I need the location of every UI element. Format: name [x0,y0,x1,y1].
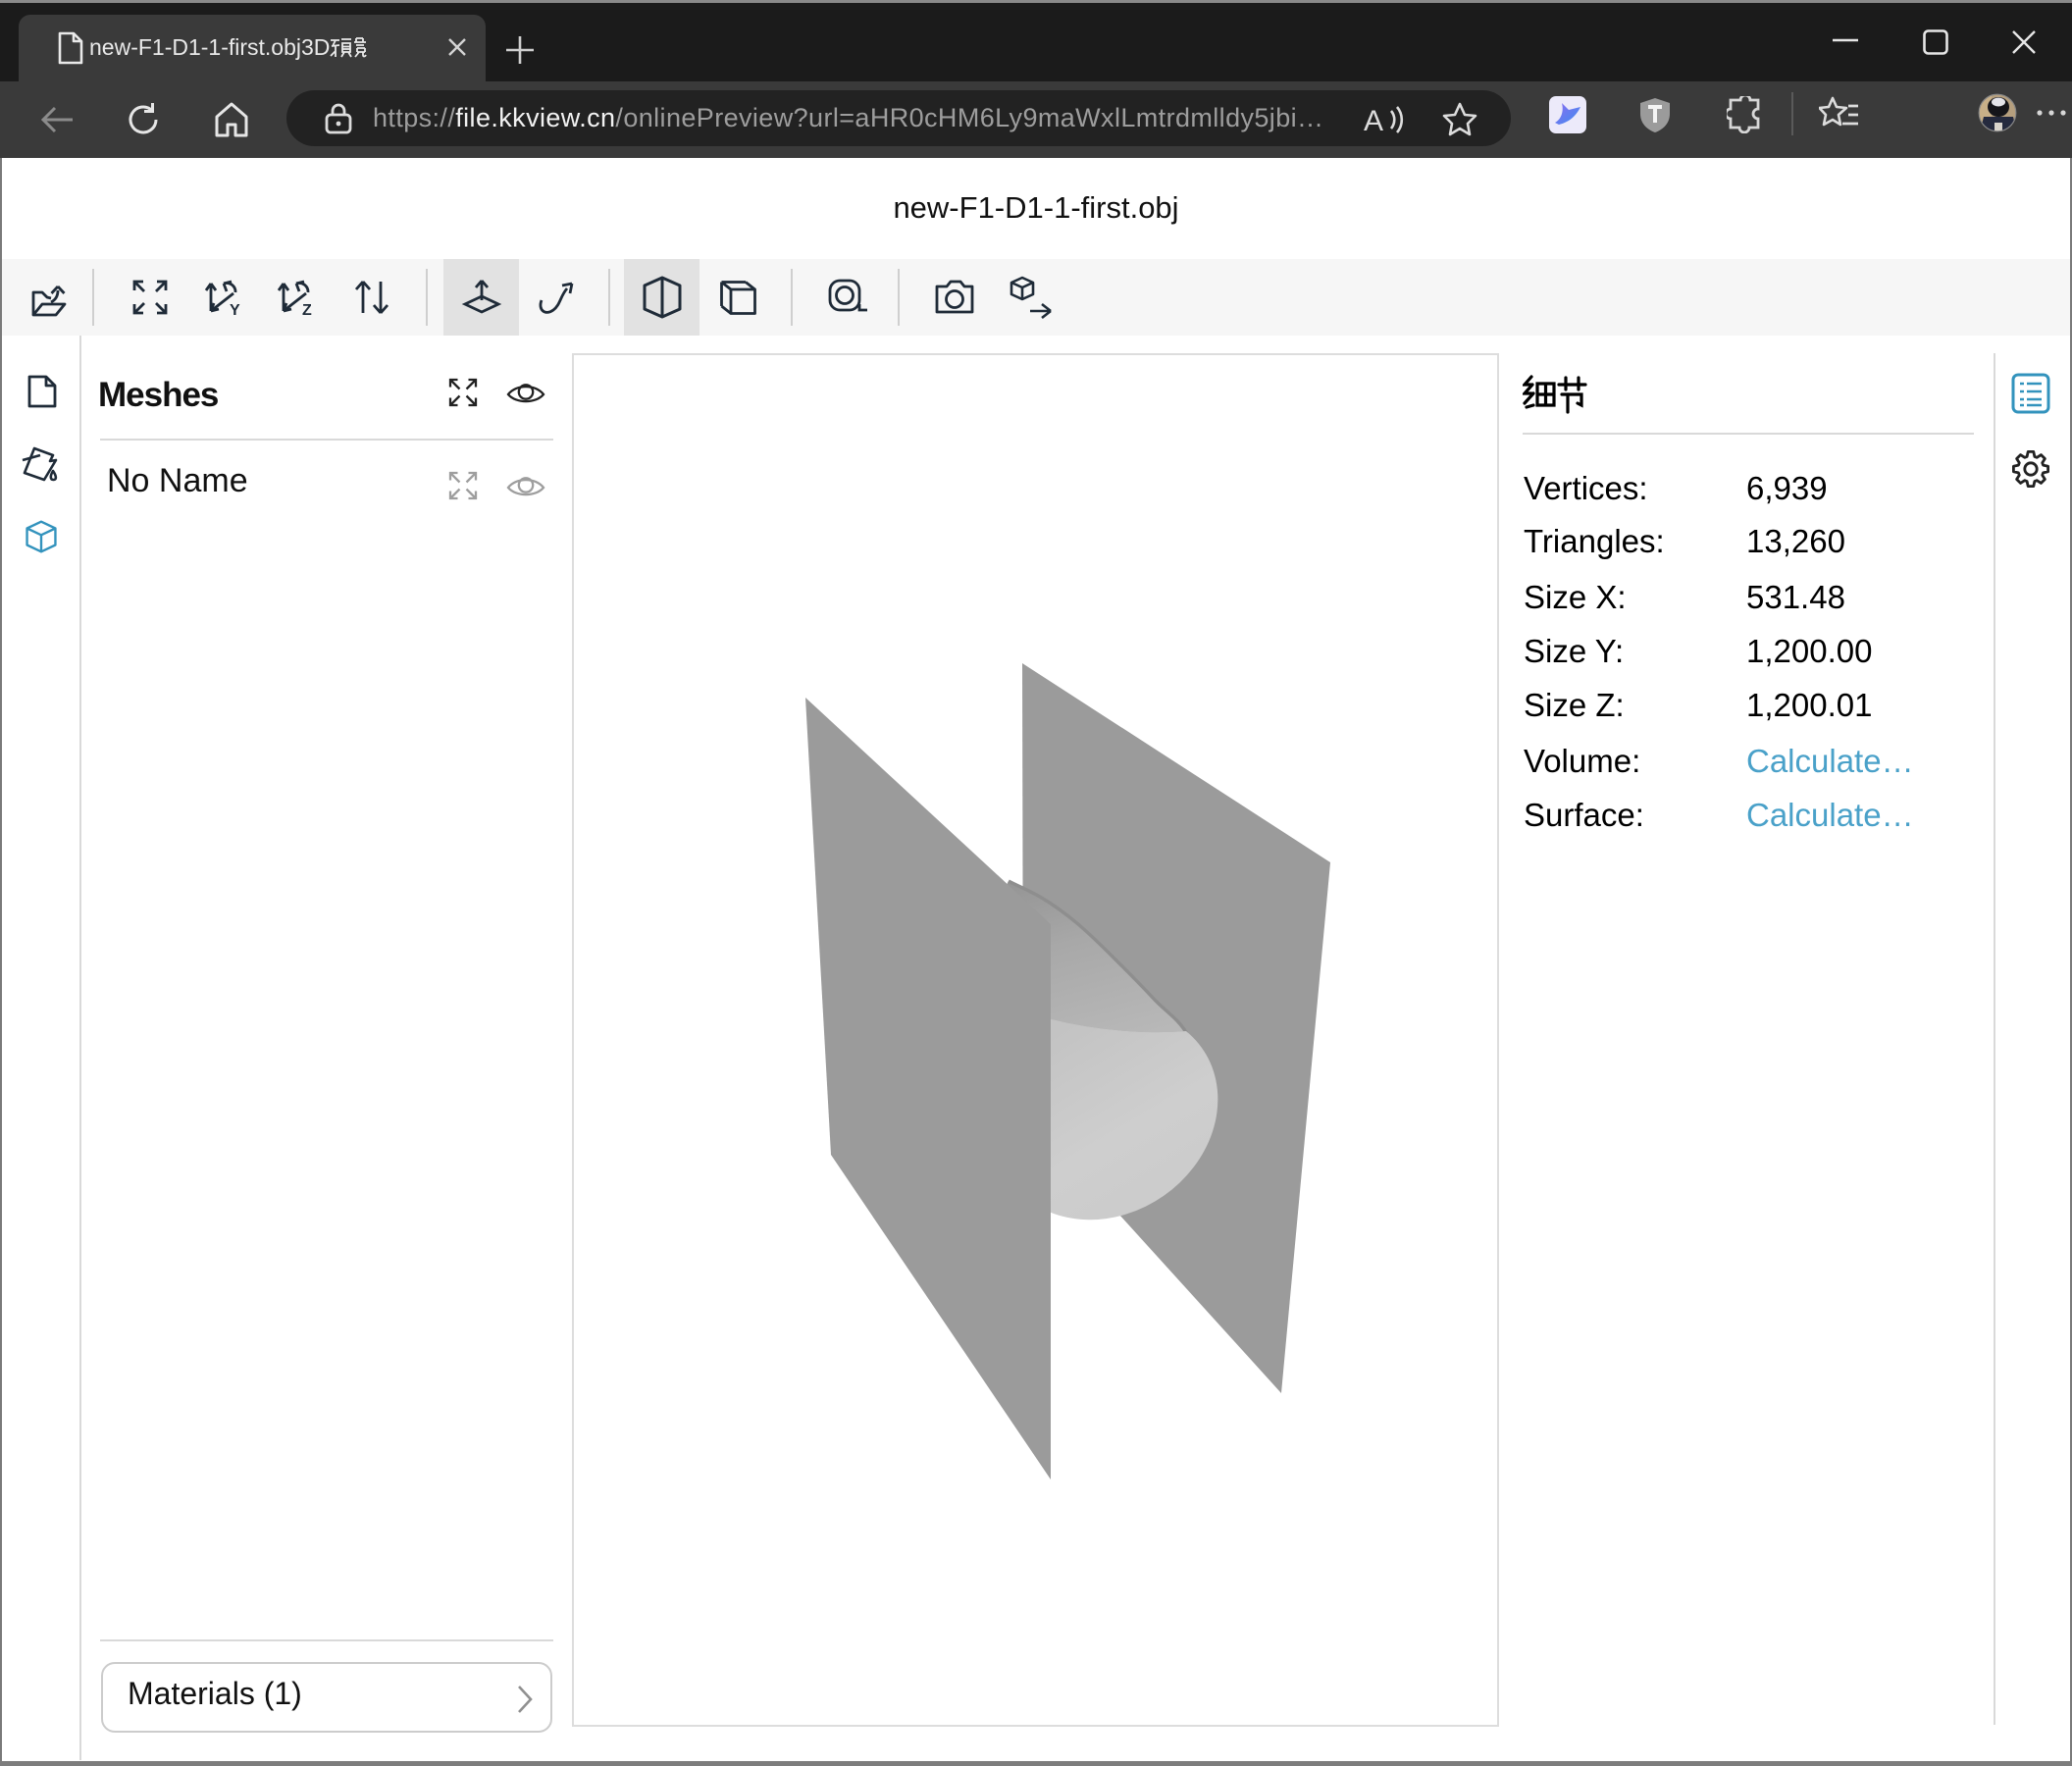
svg-text:Y: Y [230,302,240,317]
svg-text:Z: Z [302,302,312,317]
svg-text:A: A [1364,105,1383,137]
